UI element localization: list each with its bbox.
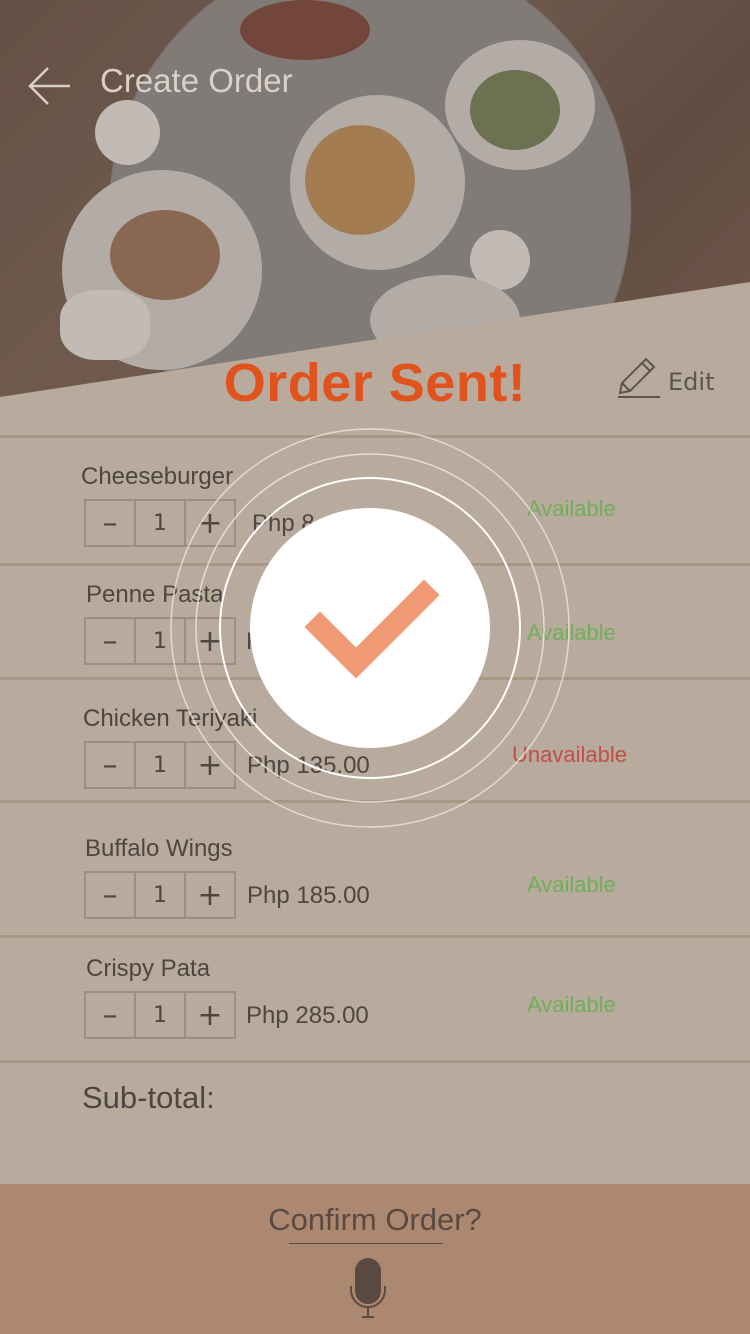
increase-button[interactable]: + — [186, 993, 234, 1037]
pencil-icon — [618, 357, 660, 398]
increase-button[interactable]: + — [186, 873, 234, 917]
decrease-button[interactable]: – — [86, 619, 136, 663]
quantity-value: 1 — [136, 993, 186, 1037]
quantity-stepper: – 1 + — [84, 991, 236, 1039]
quantity-stepper: – 1 + — [84, 871, 236, 919]
item-name: Crispy Pata — [86, 955, 211, 982]
decrease-button[interactable]: – — [86, 501, 136, 545]
confirm-order-button[interactable]: Confirm Order? — [0, 1202, 750, 1238]
edit-label: Edit — [668, 368, 715, 396]
item-price: Php 185.00 — [247, 882, 370, 909]
decrease-button[interactable]: – — [86, 993, 136, 1037]
decrease-button[interactable]: – — [86, 743, 136, 787]
footer-bar: Confirm Order? — [0, 1184, 750, 1334]
item-price: Php 285.00 — [246, 1002, 369, 1029]
item-name: Buffalo Wings — [85, 835, 233, 862]
decrease-button[interactable]: – — [86, 873, 136, 917]
quantity-value: 1 — [136, 873, 186, 917]
divider — [0, 1060, 750, 1063]
checkmark-icon — [170, 428, 570, 828]
confirm-underline — [289, 1243, 443, 1244]
divider — [0, 935, 750, 938]
microphone-icon[interactable] — [349, 1256, 389, 1320]
status-badge: Available — [527, 872, 616, 897]
subtotal-label: Sub-total: — [82, 1080, 215, 1115]
order-success-overlay — [170, 428, 570, 828]
status-badge: Available — [527, 992, 616, 1017]
edit-button[interactable]: Edit — [614, 353, 714, 401]
